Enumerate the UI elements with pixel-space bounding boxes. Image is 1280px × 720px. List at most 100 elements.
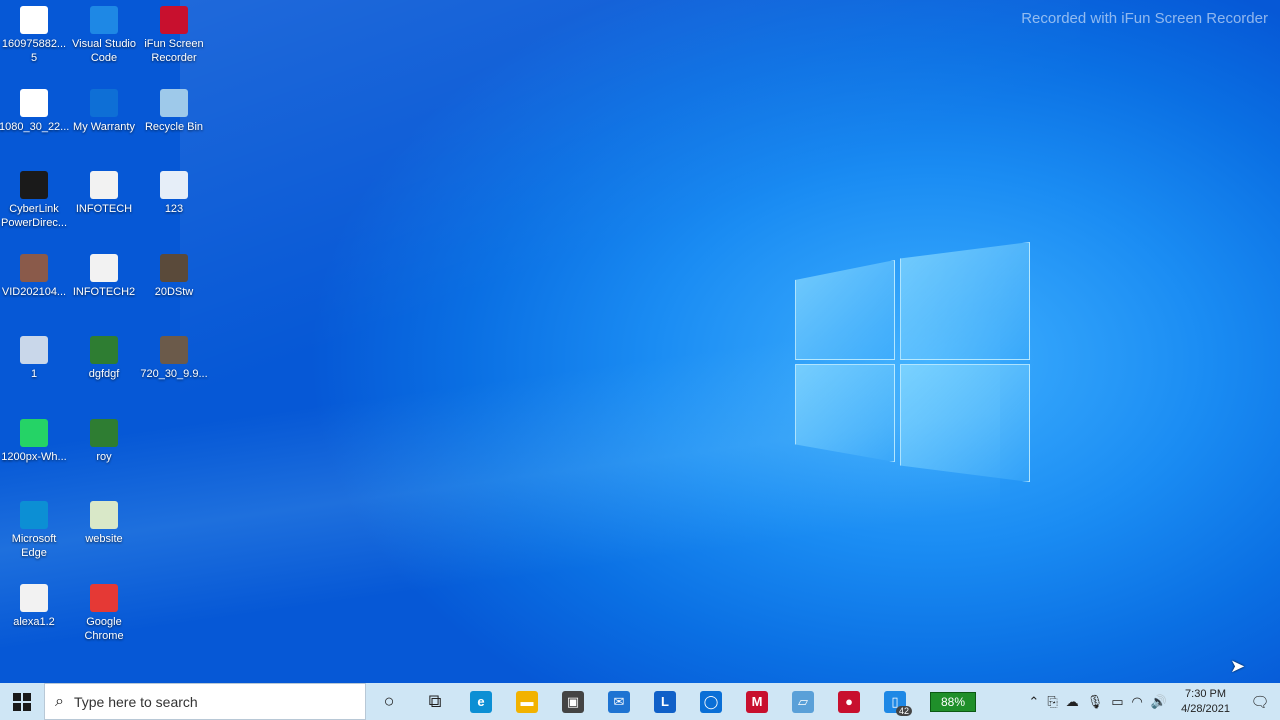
desktop-icon[interactable]: 720_30_9.9... <box>139 330 209 381</box>
chevron-up-icon[interactable]: ⌃ <box>1028 694 1039 710</box>
notification-center-icon[interactable]: 🗨 <box>1244 683 1276 720</box>
taskbar-search-box[interactable]: ⌕ Type here to search <box>44 683 366 720</box>
desktop-icon[interactable]: INFOTECH2 <box>69 248 139 299</box>
desktop-icon-label: 1200px-Wh... <box>1 450 67 463</box>
microphone-icon[interactable]: 🎙 <box>1087 694 1104 710</box>
desktop[interactable]: Recorded with iFun Screen Recorder 16097… <box>0 0 1280 683</box>
desktop-icon-label: Google Chrome <box>84 615 124 642</box>
laptop-app-button[interactable]: ▱ <box>780 683 826 720</box>
image-thumb-icon <box>160 253 188 282</box>
text-file-icon <box>20 583 48 612</box>
desktop-icon[interactable]: dgfdgf <box>69 330 139 381</box>
chrome-icon <box>90 583 118 612</box>
task-view-button[interactable]: ⧉ <box>412 683 458 720</box>
mcafee-button[interactable]: M <box>734 683 780 720</box>
clock[interactable]: 7:30 PM 4/28/2021 <box>1175 687 1236 717</box>
start-button[interactable] <box>0 683 44 720</box>
desktop-icon[interactable]: 1 <box>0 330 69 381</box>
desktop-icon-label: website <box>85 533 123 545</box>
search-placeholder: Type here to search <box>73 693 198 710</box>
file-explorer-button[interactable]: ▬ <box>504 683 550 720</box>
vscode-icon <box>90 6 118 34</box>
windows-logo <box>795 242 1030 482</box>
desktop-icon-label: VID202104... <box>1 285 67 298</box>
speaker-icon[interactable]: 🔊 <box>1151 694 1167 710</box>
windows-start-icon <box>13 692 31 711</box>
app-square-button[interactable]: ◯ <box>688 683 734 720</box>
taskbar: ⌕ Type here to search ○ ⧉ e ▬ ▣ ✉ L ◯ M ▱ ● ▯ 42 88%… <box>0 683 1280 720</box>
desktop-icon-label: CyberLink PowerDirec... <box>0 203 68 229</box>
logo-pane <box>900 242 1030 360</box>
edge-taskbar-button[interactable]: e <box>458 683 504 720</box>
desktop-icon[interactable]: VID202104... <box>0 248 69 299</box>
desktop-icon[interactable]: Microsoft Edge <box>0 495 69 560</box>
desktop-icon[interactable]: 1200px-Wh... <box>0 413 69 464</box>
app-square-icon: ◯ <box>700 690 722 713</box>
mail-button[interactable]: ✉ <box>596 683 642 720</box>
wifi-icon[interactable]: ◠ <box>1132 694 1143 710</box>
desktop-icon[interactable]: Recycle Bin <box>139 83 209 134</box>
battery-percent-widget[interactable]: 88% <box>930 691 976 712</box>
desktop-icon[interactable]: 160975882... 5 <box>0 0 69 65</box>
pinned-apps: ○ ⧉ e ▬ ▣ ✉ L ◯ M ▱ ● ▯ 42 <box>366 683 918 720</box>
desktop-icon[interactable]: alexa1.2 <box>0 578 69 629</box>
text-file-icon <box>90 171 118 199</box>
cortana-button[interactable]: ○ <box>366 683 412 720</box>
store-button[interactable]: ▣ <box>550 683 596 720</box>
phone-app-button[interactable]: ▯ 42 <box>872 683 918 720</box>
desktop-icon[interactable]: roy <box>69 413 139 464</box>
recorder-icon <box>160 6 188 34</box>
warranty-icon <box>90 88 118 117</box>
clock-time: 7:30 PM <box>1185 687 1227 700</box>
task-view-icon: ⧉ <box>428 691 442 711</box>
tree-icon <box>90 336 118 364</box>
mcafee-icon: M <box>746 690 768 713</box>
laptop-app-icon: ▱ <box>792 690 814 713</box>
notepad-icon <box>90 501 118 529</box>
desktop-icon-label: Microsoft Edge <box>11 533 57 559</box>
desktop-icon[interactable]: My Warranty <box>69 83 139 134</box>
desktop-icon[interactable]: 20DStw <box>139 248 209 299</box>
desktop-icon-label: roy <box>96 450 112 463</box>
desktop-icon[interactable]: 1080_30_22... <box>0 83 69 134</box>
desktop-icon[interactable]: CyberLink PowerDirec... <box>0 165 69 230</box>
desktop-icon-label: My Warranty <box>73 120 135 133</box>
video-file-icon <box>20 88 48 117</box>
recorder-taskbar-button[interactable]: ● <box>826 683 872 720</box>
desktop-icon-label: dgfdgf <box>88 368 120 380</box>
cloud-icon[interactable]: ☁ <box>1066 694 1079 710</box>
desktop-icon[interactable]: Google Chrome <box>69 578 139 643</box>
powerdirector-icon <box>20 171 48 199</box>
notification-badge: 42 <box>895 706 912 716</box>
desktop-icon[interactable]: iFun Screen Recorder <box>139 0 209 65</box>
desktop-icon-label: 123 <box>164 203 184 215</box>
desktop-icon-label: 20DStw <box>154 285 194 298</box>
recycle-bin-icon <box>160 88 188 117</box>
l-app-button[interactable]: L <box>642 683 688 720</box>
usb-icon[interactable]: ⎘ <box>1047 694 1057 710</box>
recorder-taskbar-icon: ● <box>838 690 860 713</box>
video-thumb-icon <box>20 253 48 282</box>
battery-icon[interactable]: ▭ <box>1111 694 1123 710</box>
store-icon: ▣ <box>562 690 584 713</box>
logo-pane <box>900 364 1030 482</box>
file-explorer-icon: ▬ <box>516 690 538 713</box>
document-icon <box>20 6 48 34</box>
logo-pane <box>795 260 895 360</box>
desktop-icon-label: iFun Screen Recorder <box>144 38 204 64</box>
desktop-icon[interactable]: Visual Studio Code <box>69 0 139 65</box>
desktop-icon-label: Visual Studio Code <box>71 38 136 64</box>
desktop-icon[interactable]: website <box>69 495 139 546</box>
desktop-icon-label: INFOTECH2 <box>72 285 136 298</box>
logo-pane <box>795 364 895 462</box>
video-thumb-icon <box>160 336 188 364</box>
whatsapp-icon <box>20 418 48 447</box>
search-icon: ⌕ <box>55 692 64 710</box>
desktop-icon-label: 160975882... 5 <box>1 38 67 64</box>
edge-icon <box>20 501 48 529</box>
desktop-icon[interactable]: 123 <box>139 165 209 216</box>
desktop-icon-label: INFOTECH <box>75 203 133 215</box>
cortana-icon: ○ <box>383 691 395 711</box>
desktop-icon[interactable]: INFOTECH <box>69 165 139 216</box>
desktop-icon-label: Recycle Bin <box>144 120 204 133</box>
